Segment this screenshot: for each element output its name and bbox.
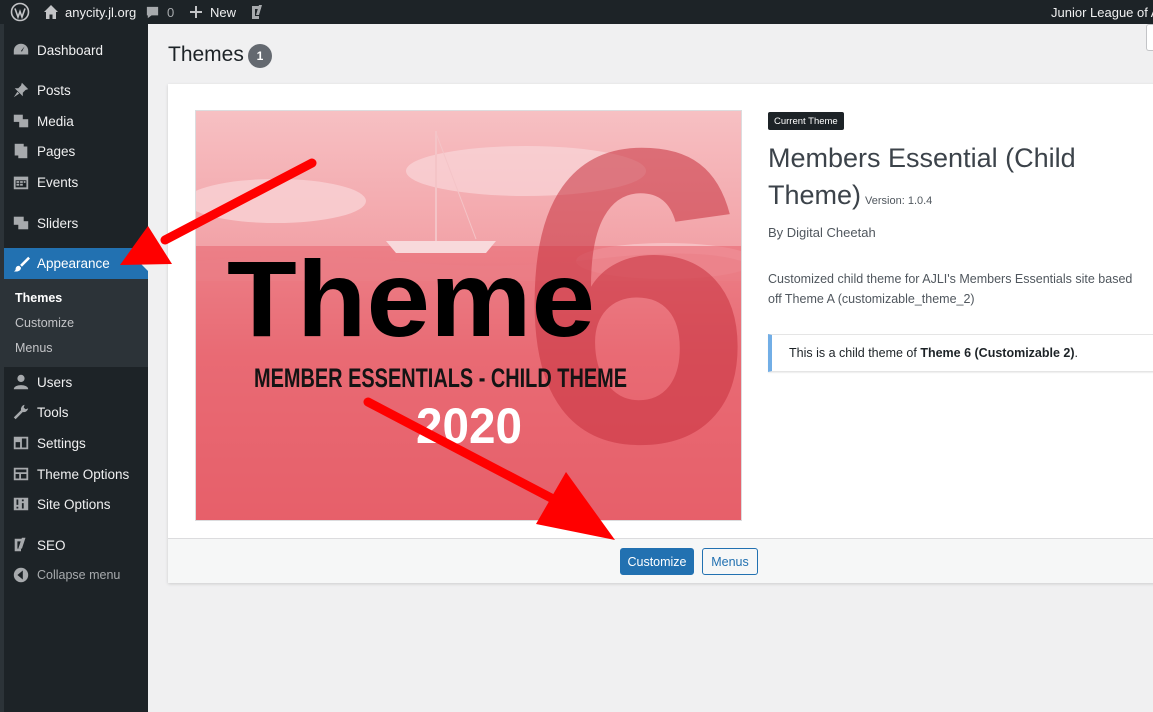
pages-icon bbox=[11, 141, 31, 161]
page-title: Themes bbox=[168, 43, 244, 66]
collapse-menu-button[interactable]: Collapse menu bbox=[4, 560, 148, 590]
yoast-icon bbox=[11, 535, 31, 555]
theme-screenshot: 6 Theme MEMBER ESSENTIALS - CHILD THEME … bbox=[195, 110, 742, 521]
current-theme-badge: Current Theme bbox=[768, 112, 844, 130]
yoast-icon[interactable] bbox=[250, 0, 266, 24]
new-label: New bbox=[210, 4, 237, 20]
screenshot-subtitle: MEMBER ESSENTIALS - CHILD THEME bbox=[254, 363, 627, 393]
submenu-item-themes[interactable]: Themes bbox=[15, 291, 62, 305]
settings-icon bbox=[11, 433, 31, 453]
user-icon bbox=[11, 372, 31, 392]
collapse-icon bbox=[11, 565, 31, 585]
account-name[interactable]: Junior League of An bbox=[1051, 0, 1153, 24]
dashboard-icon bbox=[11, 40, 31, 60]
slides-icon bbox=[11, 213, 31, 233]
sidebar-item-dashboard[interactable]: Dashboard bbox=[4, 35, 148, 65]
site-name: anycity.jl.org bbox=[65, 4, 137, 20]
calendar-icon bbox=[11, 172, 31, 192]
admin-sidebar: Dashboard Posts Media Pages Events Slide… bbox=[0, 24, 148, 712]
parent-theme-name: Theme 6 (Customizable 2) bbox=[920, 346, 1075, 360]
sidebar-item-users[interactable]: Users bbox=[4, 367, 148, 397]
sidebar-item-settings[interactable]: Settings bbox=[4, 428, 148, 458]
comments-count: 0 bbox=[167, 4, 175, 20]
sidebar-item-pages[interactable]: Pages bbox=[4, 136, 148, 166]
sidebar-item-posts[interactable]: Posts bbox=[4, 75, 148, 105]
theme-count-badge: 1 bbox=[248, 44, 272, 68]
layout-icon bbox=[11, 464, 31, 484]
theme-author: By Digital Cheetah bbox=[768, 225, 876, 240]
theme-version: Version: 1.0.4 bbox=[865, 195, 933, 207]
theme-name: Members Essential (Child Theme) Version: … bbox=[768, 143, 1076, 210]
customize-button[interactable]: Customize bbox=[620, 548, 694, 575]
pin-icon bbox=[11, 80, 31, 100]
wrench-icon bbox=[11, 402, 31, 422]
site-home-link[interactable]: anycity.jl.org bbox=[43, 0, 136, 24]
submenu-item-menus[interactable]: Menus bbox=[15, 341, 53, 355]
sidebar-item-seo[interactable]: SEO bbox=[4, 530, 148, 560]
sidebar-item-media[interactable]: Media bbox=[4, 106, 148, 136]
sidebar-item-sliders[interactable]: Sliders bbox=[4, 208, 148, 238]
sidebar-item-theme-options[interactable]: Theme Options bbox=[4, 459, 148, 489]
sidebar-item-site-options[interactable]: Site Options bbox=[4, 489, 148, 519]
sliders-icon bbox=[11, 494, 31, 514]
comments-link[interactable]: 0 bbox=[145, 0, 174, 24]
theme-description: Customized child theme for AJLI's Member… bbox=[768, 272, 1133, 306]
theme-details-card: 6 Theme MEMBER ESSENTIALS - CHILD THEME … bbox=[168, 84, 1153, 583]
brush-icon bbox=[11, 254, 31, 274]
wordpress-logo-icon[interactable] bbox=[10, 0, 30, 24]
comment-icon bbox=[146, 6, 159, 18]
home-icon bbox=[44, 5, 58, 19]
new-content-link[interactable]: New bbox=[189, 0, 236, 24]
appearance-submenu: Themes Customize Menus bbox=[4, 279, 148, 367]
screen-options-tab[interactable] bbox=[1146, 24, 1153, 51]
sidebar-item-appearance[interactable]: Appearance bbox=[4, 248, 148, 279]
menus-button[interactable]: Menus bbox=[702, 548, 758, 575]
admin-bar: anycity.jl.org 0 New Junior League of An bbox=[0, 0, 1153, 24]
submenu-item-customize[interactable]: Customize bbox=[15, 316, 74, 330]
sidebar-item-tools[interactable]: Tools bbox=[4, 397, 148, 427]
screenshot-year: 2020 bbox=[416, 398, 522, 454]
parent-theme-notice: This is a child theme of Theme 6 (Custom… bbox=[768, 334, 1153, 372]
sidebar-item-events[interactable]: Events bbox=[4, 167, 148, 197]
plus-icon bbox=[190, 6, 202, 18]
media-icon bbox=[11, 111, 31, 131]
screenshot-big-word: Theme bbox=[227, 238, 595, 359]
